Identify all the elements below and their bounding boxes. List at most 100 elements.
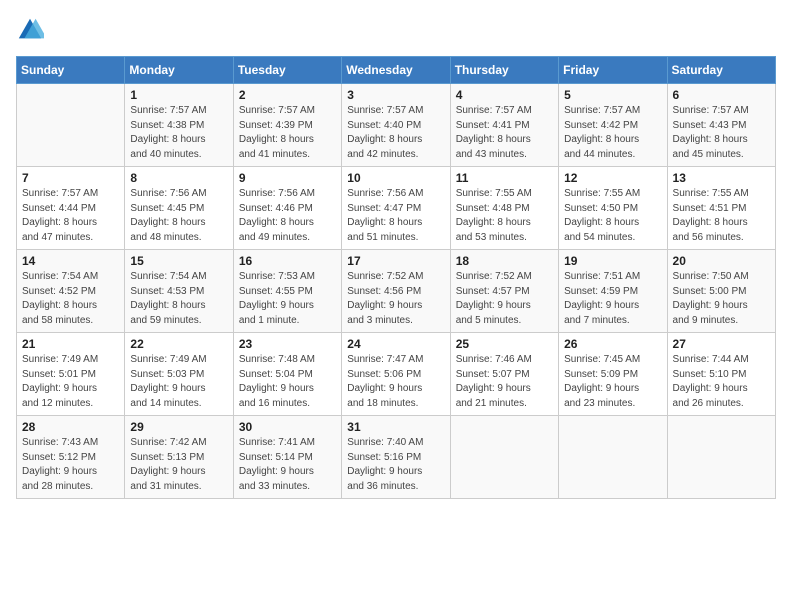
day-info: Sunrise: 7:52 AM Sunset: 4:57 PM Dayligh… [456,270,553,328]
day-info: Sunrise: 7:57 AM Sunset: 4:41 PM Dayligh… [456,104,553,162]
calendar-cell: 14 Sunrise: 7:54 AM Sunset: 4:52 PM Dayli… [17,250,125,333]
calendar-week-row: 1 Sunrise: 7:57 AM Sunset: 4:38 PM Daylig… [17,84,776,167]
day-number: 29 [130,420,227,434]
calendar-week-row: 28 Sunrise: 7:43 AM Sunset: 5:12 PM Dayli… [17,416,776,499]
day-info: Sunrise: 7:45 AM Sunset: 5:09 PM Dayligh… [564,353,661,411]
calendar-cell: 20 Sunrise: 7:50 AM Sunset: 5:00 PM Dayli… [667,250,775,333]
day-info: Sunrise: 7:57 AM Sunset: 4:43 PM Dayligh… [673,104,770,162]
page-header [16,16,776,44]
day-info: Sunrise: 7:55 AM Sunset: 4:51 PM Dayligh… [673,187,770,245]
calendar-cell: 15 Sunrise: 7:54 AM Sunset: 4:53 PM Dayli… [125,250,233,333]
day-info: Sunrise: 7:54 AM Sunset: 4:52 PM Dayligh… [22,270,119,328]
day-number: 22 [130,337,227,351]
day-info: Sunrise: 7:50 AM Sunset: 5:00 PM Dayligh… [673,270,770,328]
calendar-cell: 12Sunrise: 7:55 AM Sunset: 4:50 PM Dayli… [559,167,667,250]
day-number: 31 [347,420,444,434]
calendar-cell: 31 Sunrise: 7:40 AM Sunset: 5:16 PM Dayli… [342,416,450,499]
day-number: 27 [673,337,770,351]
day-number: 3 [347,88,444,102]
day-number: 14 [22,254,119,268]
day-number: 7 [22,171,119,185]
day-number: 21 [22,337,119,351]
day-info: Sunrise: 7:43 AM Sunset: 5:12 PM Dayligh… [22,436,119,494]
calendar-cell: 24 Sunrise: 7:47 AM Sunset: 5:06 PM Dayli… [342,333,450,416]
calendar-cell: 19 Sunrise: 7:51 AM Sunset: 4:59 PM Dayli… [559,250,667,333]
day-info: Sunrise: 7:47 AM Sunset: 5:06 PM Dayligh… [347,353,444,411]
day-info: Sunrise: 7:57 AM Sunset: 4:40 PM Dayligh… [347,104,444,162]
day-number: 30 [239,420,336,434]
day-number: 26 [564,337,661,351]
day-number: 8 [130,171,227,185]
calendar-cell: 21 Sunrise: 7:49 AM Sunset: 5:01 PM Dayli… [17,333,125,416]
calendar-cell: 29 Sunrise: 7:42 AM Sunset: 5:13 PM Dayli… [125,416,233,499]
calendar-cell: 13 Sunrise: 7:55 AM Sunset: 4:51 PM Dayli… [667,167,775,250]
calendar-cell [667,416,775,499]
calendar-cell: 1 Sunrise: 7:57 AM Sunset: 4:38 PM Daylig… [125,84,233,167]
logo [16,16,48,44]
calendar-cell [450,416,558,499]
calendar-week-row: 7 Sunrise: 7:57 AM Sunset: 4:44 PM Daylig… [17,167,776,250]
weekday-header: Thursday [450,57,558,84]
calendar-cell: 4Sunrise: 7:57 AM Sunset: 4:41 PM Daylig… [450,84,558,167]
day-info: Sunrise: 7:57 AM Sunset: 4:42 PM Dayligh… [564,104,661,162]
day-number: 9 [239,171,336,185]
calendar-cell: 11 Sunrise: 7:55 AM Sunset: 4:48 PM Dayli… [450,167,558,250]
calendar-cell: 5 Sunrise: 7:57 AM Sunset: 4:42 PM Daylig… [559,84,667,167]
day-number: 1 [130,88,227,102]
day-info: Sunrise: 7:57 AM Sunset: 4:44 PM Dayligh… [22,187,119,245]
calendar-week-row: 21 Sunrise: 7:49 AM Sunset: 5:01 PM Dayli… [17,333,776,416]
day-number: 15 [130,254,227,268]
day-info: Sunrise: 7:49 AM Sunset: 5:01 PM Dayligh… [22,353,119,411]
calendar-cell: 10Sunrise: 7:56 AM Sunset: 4:47 PM Dayli… [342,167,450,250]
day-number: 5 [564,88,661,102]
day-info: Sunrise: 7:53 AM Sunset: 4:55 PM Dayligh… [239,270,336,328]
day-number: 12 [564,171,661,185]
day-number: 28 [22,420,119,434]
day-number: 19 [564,254,661,268]
day-info: Sunrise: 7:42 AM Sunset: 5:13 PM Dayligh… [130,436,227,494]
weekday-header: Saturday [667,57,775,84]
day-info: Sunrise: 7:54 AM Sunset: 4:53 PM Dayligh… [130,270,227,328]
calendar-cell: 2Sunrise: 7:57 AM Sunset: 4:39 PM Daylig… [233,84,341,167]
calendar-cell: 9 Sunrise: 7:56 AM Sunset: 4:46 PM Daylig… [233,167,341,250]
weekday-header: Friday [559,57,667,84]
logo-icon [16,16,44,44]
day-number: 25 [456,337,553,351]
weekday-header-row: SundayMondayTuesdayWednesdayThursdayFrid… [17,57,776,84]
day-info: Sunrise: 7:48 AM Sunset: 5:04 PM Dayligh… [239,353,336,411]
calendar-cell: 27Sunrise: 7:44 AM Sunset: 5:10 PM Dayli… [667,333,775,416]
day-number: 13 [673,171,770,185]
day-info: Sunrise: 7:52 AM Sunset: 4:56 PM Dayligh… [347,270,444,328]
weekday-header: Wednesday [342,57,450,84]
calendar-cell: 23Sunrise: 7:48 AM Sunset: 5:04 PM Dayli… [233,333,341,416]
day-info: Sunrise: 7:56 AM Sunset: 4:47 PM Dayligh… [347,187,444,245]
calendar-cell: 6 Sunrise: 7:57 AM Sunset: 4:43 PM Daylig… [667,84,775,167]
calendar-week-row: 14 Sunrise: 7:54 AM Sunset: 4:52 PM Dayli… [17,250,776,333]
weekday-header: Tuesday [233,57,341,84]
day-number: 11 [456,171,553,185]
day-info: Sunrise: 7:41 AM Sunset: 5:14 PM Dayligh… [239,436,336,494]
weekday-header: Monday [125,57,233,84]
calendar-cell: 30 Sunrise: 7:41 AM Sunset: 5:14 PM Dayli… [233,416,341,499]
day-number: 6 [673,88,770,102]
day-number: 24 [347,337,444,351]
day-info: Sunrise: 7:55 AM Sunset: 4:48 PM Dayligh… [456,187,553,245]
calendar-cell: 22 Sunrise: 7:49 AM Sunset: 5:03 PM Dayli… [125,333,233,416]
calendar-cell: 8Sunrise: 7:56 AM Sunset: 4:45 PM Daylig… [125,167,233,250]
day-number: 2 [239,88,336,102]
day-info: Sunrise: 7:56 AM Sunset: 4:46 PM Dayligh… [239,187,336,245]
calendar-cell: 18 Sunrise: 7:52 AM Sunset: 4:57 PM Dayli… [450,250,558,333]
calendar-cell: 16 Sunrise: 7:53 AM Sunset: 4:55 PM Dayli… [233,250,341,333]
day-info: Sunrise: 7:46 AM Sunset: 5:07 PM Dayligh… [456,353,553,411]
day-number: 20 [673,254,770,268]
day-number: 16 [239,254,336,268]
day-number: 18 [456,254,553,268]
calendar-cell: 25 Sunrise: 7:46 AM Sunset: 5:07 PM Dayli… [450,333,558,416]
calendar-table: SundayMondayTuesdayWednesdayThursdayFrid… [16,56,776,499]
day-info: Sunrise: 7:49 AM Sunset: 5:03 PM Dayligh… [130,353,227,411]
calendar-cell: 3 Sunrise: 7:57 AM Sunset: 4:40 PM Daylig… [342,84,450,167]
day-info: Sunrise: 7:57 AM Sunset: 4:38 PM Dayligh… [130,104,227,162]
day-info: Sunrise: 7:40 AM Sunset: 5:16 PM Dayligh… [347,436,444,494]
calendar-cell [559,416,667,499]
day-info: Sunrise: 7:51 AM Sunset: 4:59 PM Dayligh… [564,270,661,328]
